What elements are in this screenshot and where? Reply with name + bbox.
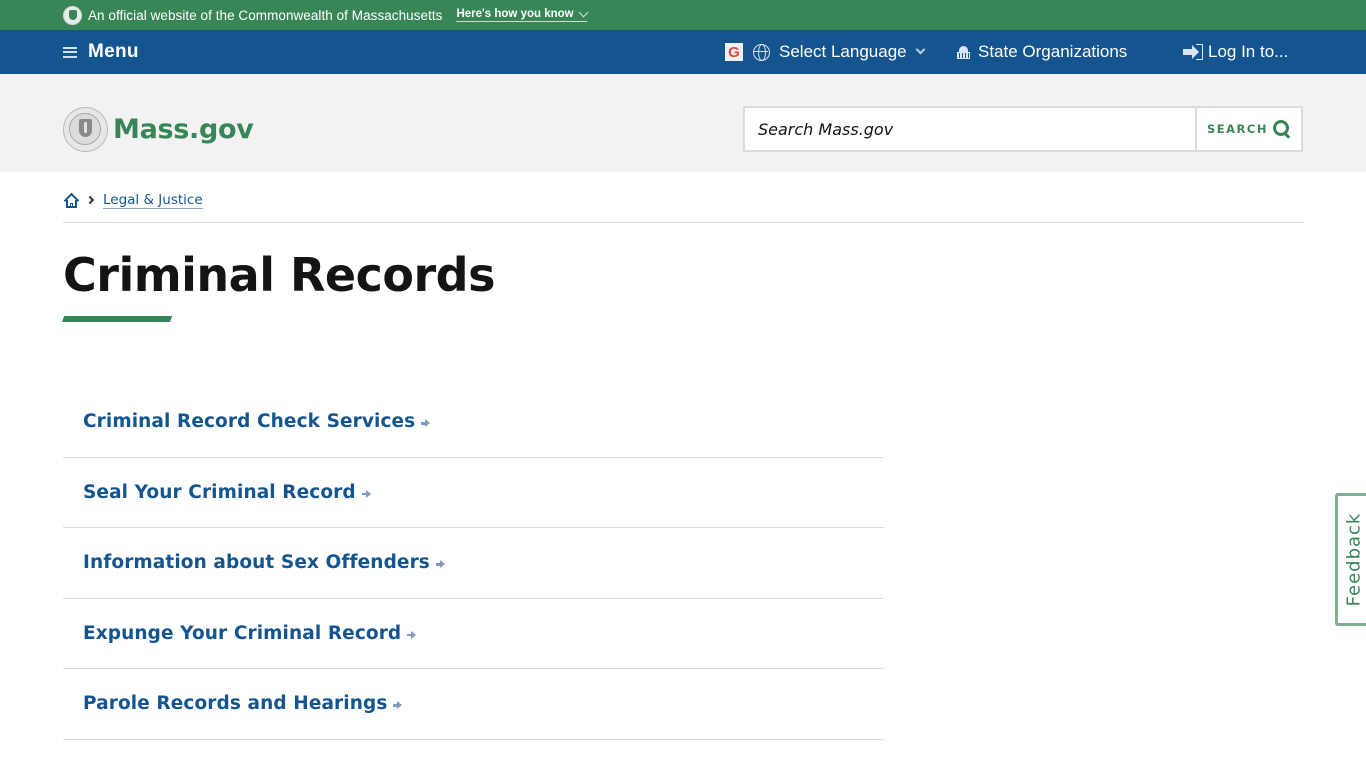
menu-button[interactable]: Menu	[63, 30, 139, 74]
chevron-right-icon	[85, 195, 95, 205]
seal-icon	[63, 5, 82, 25]
breadcrumb-divider	[63, 222, 1303, 223]
hamburger-icon	[63, 46, 77, 58]
globe-icon	[753, 43, 770, 61]
arrow-right-icon	[393, 701, 403, 710]
massachusetts-seal-icon	[63, 107, 108, 152]
link-parole-records-and-hearings[interactable]: Parole Records and Hearings	[83, 693, 387, 714]
sign-in-icon	[1183, 44, 1203, 60]
home-icon[interactable]	[63, 192, 80, 208]
arrow-right-icon	[407, 630, 417, 639]
list-item[interactable]: Parole Records and Hearings	[63, 669, 884, 740]
page-title: Criminal Records	[63, 248, 495, 302]
top-nav: Menu G Select Language State Organizatio…	[0, 30, 1366, 74]
site-header: Mass.gov SEARCH	[0, 74, 1366, 172]
link-criminal-record-check-services[interactable]: Criminal Record Check Services	[83, 411, 415, 432]
mass-gov-logo-link[interactable]: Mass.gov	[63, 107, 254, 152]
arrow-right-icon	[361, 489, 371, 498]
capitol-building-icon	[956, 45, 971, 60]
link-list: Criminal Record Check Services Seal Your…	[63, 387, 884, 740]
login-button[interactable]: Log In to...	[1183, 30, 1288, 74]
select-language-button[interactable]: G Select Language	[725, 30, 926, 74]
arrow-right-icon	[421, 419, 431, 428]
list-item[interactable]: Seal Your Criminal Record	[63, 458, 884, 528]
chevron-down-icon	[578, 7, 589, 17]
link-expunge-your-criminal-record[interactable]: Expunge Your Criminal Record	[83, 623, 401, 644]
list-item[interactable]: Criminal Record Check Services	[63, 387, 884, 458]
google-translate-icon: G	[725, 43, 743, 61]
link-seal-your-criminal-record[interactable]: Seal Your Criminal Record	[83, 482, 356, 503]
breadcrumb: Legal & Justice	[63, 190, 203, 210]
title-underline	[62, 316, 173, 322]
official-banner-text: An official website of the Commonwealth …	[88, 7, 443, 23]
login-label: Log In to...	[1208, 42, 1289, 61]
list-item[interactable]: Information about Sex Offenders	[63, 528, 884, 599]
official-banner: An official website of the Commonwealth …	[0, 0, 1366, 30]
search-form: SEARCH	[743, 106, 1303, 152]
how-you-know-toggle[interactable]: Here's how you know	[456, 7, 589, 22]
list-item[interactable]: Expunge Your Criminal Record	[63, 599, 884, 669]
chevron-down-icon	[915, 44, 926, 55]
search-button-label: SEARCH	[1207, 122, 1268, 136]
arrow-right-icon	[435, 560, 445, 569]
logo-text: Mass.gov	[113, 114, 254, 145]
feedback-tab[interactable]: Feedback	[1335, 493, 1366, 626]
state-organizations-button[interactable]: State Organizations	[956, 30, 1127, 74]
how-you-know-label: Here's how you know	[456, 8, 574, 20]
search-icon	[1272, 120, 1291, 138]
feedback-label: Feedback	[1343, 512, 1365, 607]
link-information-about-sex-offenders[interactable]: Information about Sex Offenders	[83, 552, 430, 573]
search-button[interactable]: SEARCH	[1195, 108, 1301, 150]
search-input[interactable]	[745, 108, 1195, 150]
select-language-label: Select Language	[779, 42, 907, 61]
state-organizations-label: State Organizations	[978, 42, 1128, 61]
menu-label: Menu	[88, 41, 139, 62]
breadcrumb-link-legal-justice[interactable]: Legal & Justice	[103, 192, 203, 209]
